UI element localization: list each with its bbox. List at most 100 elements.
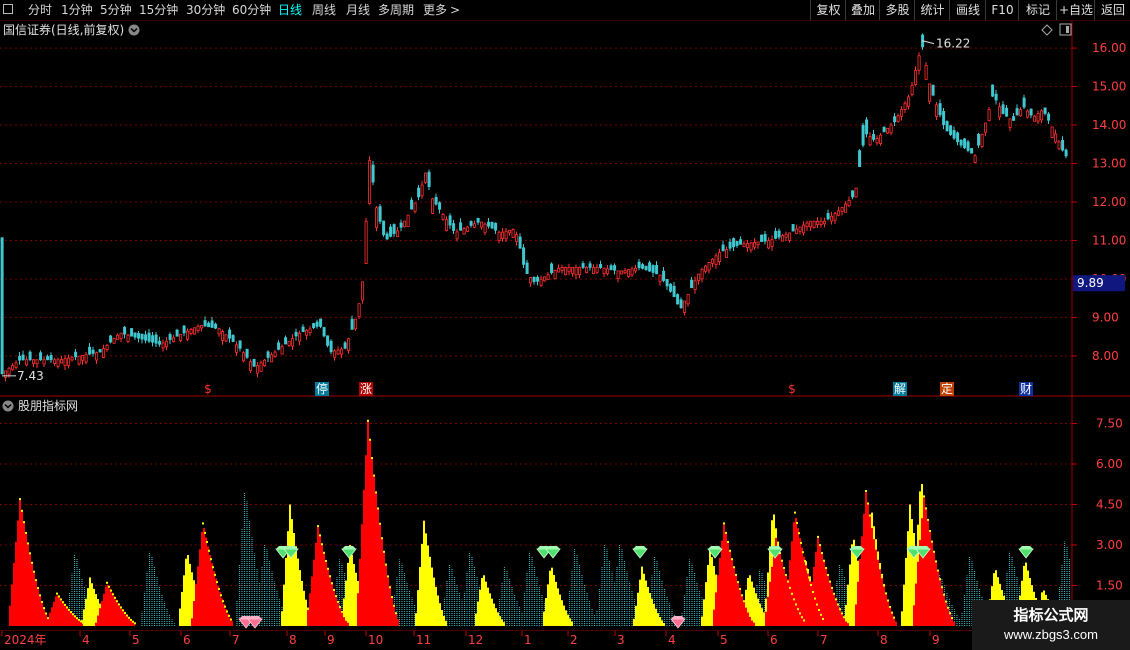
date-label: 9 [327,633,335,647]
candle-body [616,270,620,279]
red-column-cap [45,612,47,615]
period-tab-3[interactable]: 15分钟 [139,0,178,20]
candle-body [1029,108,1033,116]
toolbar-button-0[interactable]: 复权 [810,0,846,20]
toolbar-button-7[interactable]: +自选 [1056,0,1095,20]
red-column-cap [206,541,208,544]
red-column-cap [383,550,385,553]
candle-body [469,221,473,226]
red-column-cap [789,586,791,589]
toolbar-button-2[interactable]: 多股 [879,0,915,20]
candle-body [658,274,662,283]
candle-body [427,171,431,188]
candle-body [238,340,242,349]
candle-body [984,122,988,133]
toolbar-button-6[interactable]: 标记 [1018,0,1057,20]
chevron-down-icon[interactable] [128,24,140,36]
red-column-cap [741,594,743,597]
red-column-cap [885,592,887,595]
indicator-chart[interactable]: 7.50 6.00 4.50 3.00 1.50 股朋指标网 [0,398,1130,630]
candle-body [991,84,995,97]
price-axis-label: 11.00 [1092,233,1126,247]
candle-body [305,329,309,336]
toolbar-button-4[interactable]: 画线 [949,0,986,20]
period-tab-8[interactable]: 月线 [346,0,370,20]
candle-body [343,342,347,349]
candle-body [602,267,606,275]
red-column-cap [808,576,810,579]
toolbar-button-1[interactable]: 叠加 [845,0,880,20]
candle-body [137,333,141,339]
candle-body [837,210,841,216]
candle-body [77,355,81,365]
candle-body [140,333,144,340]
price-axis-label: 13.00 [1092,157,1126,171]
candle-body [371,164,375,183]
candle-body [956,132,960,143]
candle-body [711,258,715,264]
period-tab-10[interactable]: 更多 [423,0,447,20]
candle-body [805,222,809,228]
red-column-cap [331,582,333,585]
toolbar-button-8[interactable]: 返回 [1094,0,1130,20]
period-tab-0[interactable]: 分时 [28,0,52,20]
red-column-cap [29,552,31,555]
period-tab-4[interactable]: 30分钟 [186,0,225,20]
date-label: 1 [524,633,532,647]
candle-body [67,357,71,366]
chevron-right-icon[interactable]: > [450,0,460,20]
candle-body [18,355,22,361]
red-column-cap [37,587,39,590]
period-tab-5[interactable]: 60分钟 [232,0,271,20]
candle-body [592,267,596,274]
red-column-cap [777,544,779,547]
red-column-cap [867,502,869,505]
date-label: 4 [668,633,676,647]
red-column-cap [78,618,80,621]
candle-body [245,348,249,358]
watermark-title: 指标公式网 [1013,606,1089,624]
candle-body [851,190,855,198]
red-column-cap [25,531,27,534]
toolbar-button-5[interactable]: F10 [985,0,1019,20]
red-column-cap [891,611,893,614]
candle-body [144,334,148,341]
candle-body [126,334,130,342]
red-column-cap [817,535,819,538]
red-column-cap [68,608,70,611]
candle-body [56,359,60,367]
candle-body [322,327,326,337]
period-tab-6[interactable]: 日线 [278,0,302,20]
period-tab-7[interactable]: 周线 [312,0,336,20]
candle-body [550,263,554,274]
chevron-down-icon[interactable] [2,400,14,412]
red-column-cap [747,610,749,613]
candle-body [924,65,928,80]
candle-body [210,320,214,328]
price-axis-label: 8.00 [1092,349,1119,363]
period-tab-1[interactable]: 1分钟 [61,0,93,20]
red-column-cap [230,618,232,621]
red-column-cap [795,603,797,606]
toolbar-button-3[interactable]: 统计 [914,0,950,20]
candle-body [70,357,74,361]
candle-body [319,318,323,327]
period-tab-2[interactable]: 5分钟 [100,0,132,20]
red-column-cap [820,613,822,616]
candle-body [959,139,963,146]
candle-body [378,206,382,222]
candle-body [942,111,946,126]
candle-body [977,133,981,146]
candle-body [826,213,830,220]
candle-body [294,331,298,337]
price-chart[interactable]: 16.0015.0014.0013.0012.0011.0010.009.008… [0,21,1130,397]
red-column-cap [43,607,45,610]
period-tab-9[interactable]: 多周期 [378,0,414,20]
square-icon[interactable] [3,4,13,14]
candle-body [882,126,886,133]
candle-body [168,334,172,340]
red-column-cap [72,613,74,616]
candle-body [567,267,571,273]
candle-body [438,202,442,210]
red-column-cap [23,521,25,524]
